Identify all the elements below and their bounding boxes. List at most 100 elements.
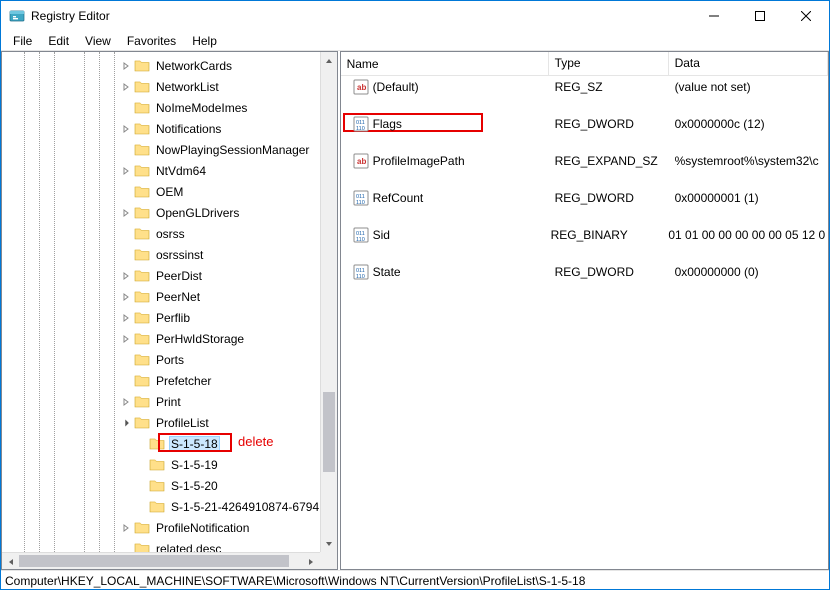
tree-node[interactable]: S-1-5-20 bbox=[2, 477, 337, 495]
tree-node[interactable]: S-1-5-21-4264910874-6794 bbox=[2, 498, 337, 516]
tree-node[interactable]: PeerDist bbox=[2, 267, 337, 285]
tree-node-label[interactable]: osrssinst bbox=[154, 248, 205, 262]
tree-node[interactable]: NetworkCards bbox=[2, 57, 337, 75]
expander-open-icon[interactable] bbox=[118, 415, 134, 431]
tree-node-label[interactable]: NetworkCards bbox=[154, 59, 234, 73]
tree-node[interactable]: NetworkList bbox=[2, 78, 337, 96]
tree-node[interactable]: S-1-5-18 bbox=[2, 435, 337, 453]
value-name-cell[interactable]: Flags bbox=[341, 116, 549, 132]
tree-node[interactable]: NoImeModeImes bbox=[2, 99, 337, 117]
column-header-name[interactable]: Name bbox=[341, 52, 549, 75]
tree-node-label[interactable]: S-1-5-18 bbox=[169, 436, 220, 452]
tree-node[interactable]: Prefetcher bbox=[2, 372, 337, 390]
tree-node[interactable]: PeerNet bbox=[2, 288, 337, 306]
tree-node-label[interactable]: NowPlayingSessionManager bbox=[154, 143, 311, 157]
tree-node-label[interactable]: PeerDist bbox=[154, 269, 204, 283]
window-title: Registry Editor bbox=[31, 9, 110, 23]
tree-node[interactable]: ProfileList bbox=[2, 414, 337, 432]
tree-node-label[interactable]: ProfileNotification bbox=[154, 521, 251, 535]
expander-closed-icon[interactable] bbox=[118, 163, 134, 179]
folder-icon bbox=[134, 247, 150, 263]
menu-favorites[interactable]: Favorites bbox=[119, 31, 184, 51]
scroll-thumb[interactable] bbox=[19, 555, 289, 567]
scroll-thumb[interactable] bbox=[323, 392, 335, 472]
tree-node-label[interactable]: S-1-5-20 bbox=[169, 479, 220, 493]
tree-node[interactable]: osrss bbox=[2, 225, 337, 243]
string-value-icon bbox=[353, 79, 369, 95]
list-row[interactable]: FlagsREG_DWORD0x0000000c (12) bbox=[341, 115, 828, 133]
tree-node-label[interactable]: PeerNet bbox=[154, 290, 202, 304]
tree-node[interactable]: PerHwIdStorage bbox=[2, 330, 337, 348]
menu-edit[interactable]: Edit bbox=[40, 31, 77, 51]
tree-node[interactable]: OpenGLDrivers bbox=[2, 204, 337, 222]
tree-node-label[interactable]: S-1-5-21-4264910874-6794 bbox=[169, 500, 321, 514]
tree-node-label[interactable]: Print bbox=[154, 395, 183, 409]
tree-node[interactable]: Notifications bbox=[2, 120, 337, 138]
expander-closed-icon[interactable] bbox=[118, 79, 134, 95]
scroll-up-icon[interactable] bbox=[321, 52, 338, 69]
expander-closed-icon[interactable] bbox=[118, 205, 134, 221]
list-row[interactable]: SidREG_BINARY01 01 00 00 00 00 00 05 12 … bbox=[341, 226, 828, 244]
expander-closed-icon[interactable] bbox=[118, 520, 134, 536]
value-name-cell[interactable]: State bbox=[341, 264, 549, 280]
value-name-cell[interactable]: ProfileImagePath bbox=[341, 153, 549, 169]
tree-node-label[interactable]: NetworkList bbox=[154, 80, 221, 94]
tree-node-label[interactable]: PerHwIdStorage bbox=[154, 332, 246, 346]
folder-icon bbox=[134, 331, 150, 347]
registry-tree[interactable]: NetworkCards NetworkList NoImeModeImes Noti… bbox=[2, 52, 337, 569]
value-name-cell[interactable]: (Default) bbox=[341, 79, 549, 95]
expander-none bbox=[133, 436, 149, 452]
expander-closed-icon[interactable] bbox=[118, 121, 134, 137]
tree-node[interactable]: NtVdm64 bbox=[2, 162, 337, 180]
scroll-down-icon[interactable] bbox=[321, 535, 338, 552]
column-header-data[interactable]: Data bbox=[669, 52, 828, 75]
expander-closed-icon[interactable] bbox=[118, 289, 134, 305]
expander-closed-icon[interactable] bbox=[118, 310, 134, 326]
tree-node-label[interactable]: NoImeModeImes bbox=[154, 101, 249, 115]
list-row[interactable]: ProfileImagePathREG_EXPAND_SZ%systemroot… bbox=[341, 152, 828, 170]
tree-node-label[interactable]: OpenGLDrivers bbox=[154, 206, 241, 220]
expander-closed-icon[interactable] bbox=[118, 394, 134, 410]
expander-closed-icon[interactable] bbox=[118, 58, 134, 74]
tree-node[interactable]: NowPlayingSessionManager bbox=[2, 141, 337, 159]
tree-node[interactable]: osrssinst bbox=[2, 246, 337, 264]
menu-file[interactable]: File bbox=[5, 31, 40, 51]
tree-node-label[interactable]: OEM bbox=[154, 185, 185, 199]
tree-node[interactable]: S-1-5-19 bbox=[2, 456, 337, 474]
tree-node-label[interactable]: Perflib bbox=[154, 311, 192, 325]
expander-closed-icon[interactable] bbox=[118, 331, 134, 347]
tree-node-label[interactable]: S-1-5-19 bbox=[169, 458, 220, 472]
column-header-type[interactable]: Type bbox=[549, 52, 669, 75]
maximize-button[interactable] bbox=[737, 1, 783, 31]
expander-none bbox=[118, 184, 134, 200]
tree-node-label[interactable]: osrss bbox=[154, 227, 187, 241]
tree-node-label[interactable]: Notifications bbox=[154, 122, 223, 136]
minimize-button[interactable] bbox=[691, 1, 737, 31]
menu-help[interactable]: Help bbox=[184, 31, 225, 51]
tree-node[interactable]: Ports bbox=[2, 351, 337, 369]
value-name-cell[interactable]: Sid bbox=[341, 227, 545, 243]
scroll-right-icon[interactable] bbox=[303, 553, 320, 570]
tree-vertical-scrollbar[interactable] bbox=[320, 52, 337, 552]
list-row[interactable]: StateREG_DWORD0x00000000 (0) bbox=[341, 263, 828, 281]
tree-node-label[interactable]: ProfileList bbox=[154, 416, 211, 430]
close-button[interactable] bbox=[783, 1, 829, 31]
tree-node[interactable]: OEM bbox=[2, 183, 337, 201]
list-row[interactable]: RefCountREG_DWORD0x00000001 (1) bbox=[341, 189, 828, 207]
tree-horizontal-scrollbar[interactable] bbox=[2, 552, 320, 569]
list-row[interactable]: (Default)REG_SZ(value not set) bbox=[341, 78, 828, 96]
folder-icon bbox=[134, 205, 150, 221]
tree-node-label[interactable]: NtVdm64 bbox=[154, 164, 208, 178]
list-body[interactable]: (Default)REG_SZ(value not set) FlagsREG_D… bbox=[341, 76, 828, 569]
scroll-left-icon[interactable] bbox=[2, 553, 19, 570]
list-header: Name Type Data bbox=[341, 52, 828, 76]
tree-node[interactable]: ProfileNotification bbox=[2, 519, 337, 537]
folder-icon bbox=[134, 226, 150, 242]
tree-node[interactable]: Perflib bbox=[2, 309, 337, 327]
expander-closed-icon[interactable] bbox=[118, 268, 134, 284]
tree-node-label[interactable]: Prefetcher bbox=[154, 374, 213, 388]
tree-node-label[interactable]: Ports bbox=[154, 353, 186, 367]
tree-node[interactable]: Print bbox=[2, 393, 337, 411]
value-name-cell[interactable]: RefCount bbox=[341, 190, 549, 206]
menu-view[interactable]: View bbox=[77, 31, 119, 51]
